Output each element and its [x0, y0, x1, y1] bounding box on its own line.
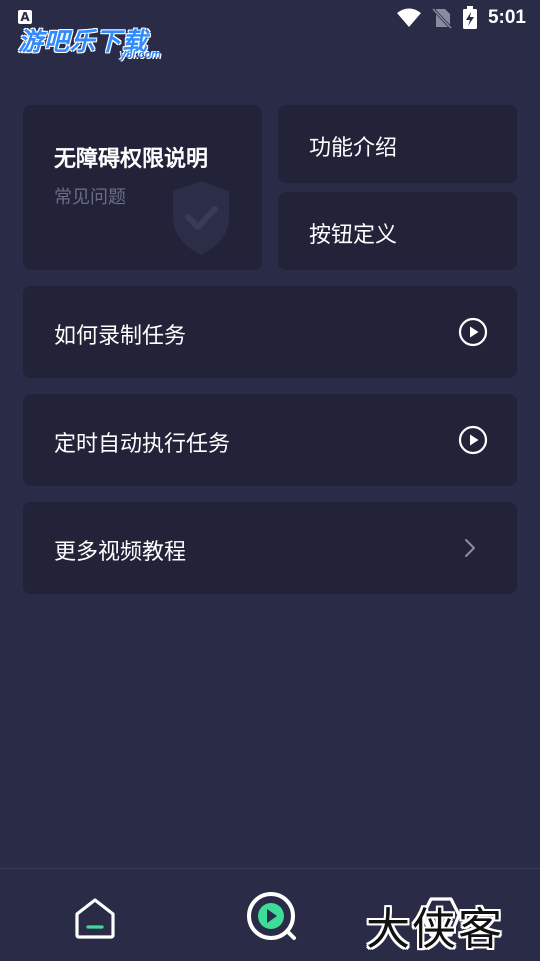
button-definition-label: 按钮定义 [309, 223, 398, 248]
tutorial-label: 更多视频教程 [54, 540, 187, 565]
watermark-url: y8l.com [120, 49, 161, 61]
button-definition-card[interactable]: 按钮定义 [278, 192, 517, 270]
bottom-nav: 大侠客 [0, 868, 540, 961]
play-circle-icon [458, 317, 488, 347]
feature-intro-card[interactable]: 功能介绍 [278, 105, 517, 183]
shield-check-icon [173, 181, 229, 255]
overlay-watermark-text: 大侠客 [366, 904, 504, 955]
tutorial-record-task[interactable]: 如何录制任务 [23, 286, 517, 378]
feature-intro-label: 功能介绍 [309, 136, 398, 161]
tutorial-scheduled-task[interactable]: 定时自动执行任务 [23, 394, 517, 486]
accessibility-permission-card[interactable]: 无障碍权限说明 常见问题 [23, 105, 262, 270]
card-subtitle: 常见问题 [54, 187, 126, 208]
battery-charging-icon [462, 6, 477, 29]
clock: 5:01 [487, 7, 526, 28]
record-play-icon[interactable] [244, 889, 298, 943]
no-sim-icon [431, 7, 452, 29]
watermark-logo: 游吧乐下载 y8l.com [18, 22, 188, 68]
chevron-right-icon [465, 539, 475, 557]
tutorial-label: 定时自动执行任务 [54, 432, 231, 457]
play-circle-icon [458, 425, 488, 455]
wifi-icon [396, 8, 421, 27]
card-title: 无障碍权限说明 [54, 147, 209, 172]
home-icon[interactable] [72, 895, 118, 941]
tutorial-label: 如何录制任务 [54, 324, 187, 349]
more-video-tutorials[interactable]: 更多视频教程 [23, 502, 517, 594]
status-icons: 5:01 [396, 4, 526, 32]
